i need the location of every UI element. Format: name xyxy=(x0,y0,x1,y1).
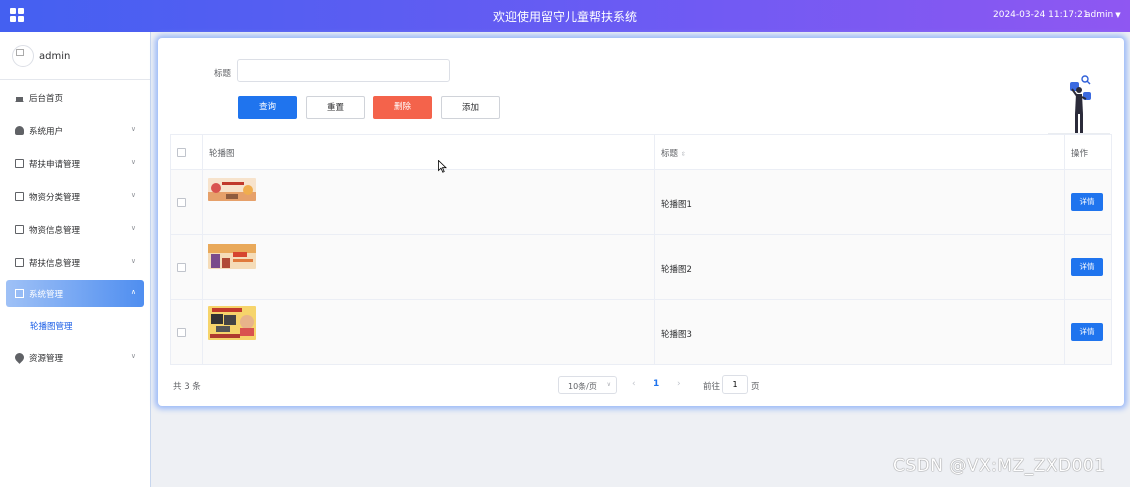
sidebar-item-resource-management[interactable]: 资源管理 ∨ xyxy=(6,344,144,371)
column-divider xyxy=(654,135,655,364)
table-row: 轮播图3 详情 xyxy=(171,300,1111,365)
watermark: CSDN @VX:MZ_ZXD001 xyxy=(893,456,1106,476)
prev-page-button[interactable]: ‹ xyxy=(632,379,636,389)
table-header: 轮播图 标题 ⇳ 操作 xyxy=(171,135,1111,170)
sidebar-item-system-management[interactable]: 系统管理 ∧ xyxy=(6,280,144,307)
user-icon xyxy=(15,126,24,135)
query-button[interactable]: 查询 xyxy=(238,96,297,119)
sidebar-item-label: 系统用户 xyxy=(29,127,64,137)
user-menu[interactable]: admin ▼ xyxy=(1085,10,1121,20)
detail-button[interactable]: 详情 xyxy=(1071,323,1103,341)
document-icon xyxy=(15,159,24,168)
goto-unit: 页 xyxy=(751,382,760,392)
select-all-checkbox[interactable] xyxy=(177,148,186,157)
chevron-down-icon: ∨ xyxy=(130,191,136,199)
row-title: 轮播图2 xyxy=(661,265,692,275)
picture-icon xyxy=(15,289,24,298)
document-icon xyxy=(15,258,24,267)
sidebar-item-label: 系统管理 xyxy=(29,290,64,300)
detail-button[interactable]: 详情 xyxy=(1071,258,1103,276)
row-checkbox[interactable] xyxy=(177,198,186,207)
sidebar-item-label: 资源管理 xyxy=(29,354,64,364)
pagination-total: 共 3 条 xyxy=(173,382,201,392)
sidebar-item-system-users[interactable]: 系统用户 ∨ xyxy=(6,117,144,144)
row-title: 轮播图3 xyxy=(661,330,692,340)
table-row: 轮播图1 详情 xyxy=(171,170,1111,235)
table-row: 轮播图2 详情 xyxy=(171,235,1111,300)
user-name: admin xyxy=(1085,10,1114,20)
document-icon xyxy=(15,192,24,201)
sidebar-profile: admin xyxy=(0,32,150,80)
column-divider xyxy=(1064,135,1065,364)
delete-button[interactable]: 删除 xyxy=(373,96,432,119)
chevron-down-icon: ∨ xyxy=(606,381,611,388)
row-checkbox[interactable] xyxy=(177,328,186,337)
chevron-down-icon: ∨ xyxy=(130,257,136,265)
sidebar-item-label: 物资信息管理 xyxy=(29,226,81,236)
profile-name: admin xyxy=(39,51,71,62)
goto-page-input[interactable] xyxy=(722,375,748,394)
sort-icon[interactable]: ⇳ xyxy=(681,151,686,158)
detail-button[interactable]: 详情 xyxy=(1071,193,1103,211)
avatar xyxy=(12,45,34,67)
search-title-label: 标题 xyxy=(214,69,232,79)
sidebar-item-label: 后台首页 xyxy=(29,94,64,104)
chevron-down-icon: ∨ xyxy=(130,125,136,133)
add-button[interactable]: 添加 xyxy=(441,96,500,119)
current-datetime: 2024-03-24 11:17:21 xyxy=(993,10,1089,20)
sidebar-item-aid-info[interactable]: 帮扶信息管理 ∨ xyxy=(6,249,144,276)
app-title: 欢迎使用留守儿童帮扶系统 xyxy=(492,10,637,24)
mouse-cursor-icon xyxy=(438,160,447,173)
row-checkbox[interactable] xyxy=(177,263,186,272)
goto-label: 前往 xyxy=(703,382,721,392)
decorative-illustration xyxy=(1048,75,1110,135)
column-divider xyxy=(202,135,203,364)
location-pin-icon xyxy=(13,351,26,364)
chevron-down-icon: ▼ xyxy=(1115,11,1121,19)
sidebar-subitem-carousel[interactable]: 轮播图管理 xyxy=(30,320,73,332)
sidebar-item-label: 物资分类管理 xyxy=(29,193,81,203)
page-size-value: 10条/页 xyxy=(568,382,597,391)
column-header-carousel-image: 轮播图 xyxy=(209,149,235,159)
carousel-thumbnail-1 xyxy=(208,178,256,201)
sidebar-item-material-info[interactable]: 物资信息管理 ∨ xyxy=(6,216,144,243)
column-header-title-label: 标题 xyxy=(661,149,679,159)
chevron-up-icon: ∧ xyxy=(130,288,136,296)
sidebar-item-aid-application[interactable]: 帮扶申请管理 ∨ xyxy=(6,150,144,177)
column-header-title[interactable]: 标题 ⇳ xyxy=(661,147,686,159)
next-page-button[interactable]: › xyxy=(677,379,681,389)
search-title-input[interactable] xyxy=(237,59,450,82)
sidebar-item-material-category[interactable]: 物资分类管理 ∨ xyxy=(6,183,144,210)
sidebar-item-label: 帮扶申请管理 xyxy=(29,160,81,170)
carousel-thumbnail-2 xyxy=(208,244,256,269)
page-number[interactable]: 1 xyxy=(653,379,659,389)
chevron-down-icon: ∨ xyxy=(130,352,136,360)
home-icon-body xyxy=(16,97,23,101)
column-header-actions: 操作 xyxy=(1071,149,1089,159)
main-card: 标题 查询 重置 删除 添加 轮播图 标题 ⇳ 操作 轮播图1 详情 轮播图2 … xyxy=(158,38,1124,406)
row-title: 轮播图1 xyxy=(661,200,692,210)
top-bar: 欢迎使用留守儿童帮扶系统 2024-03-24 11:17:21 admin ▼ xyxy=(0,0,1130,32)
document-icon xyxy=(15,225,24,234)
carousel-table: 轮播图 标题 ⇳ 操作 轮播图1 详情 轮播图2 详情 轮播图3 详情 xyxy=(170,134,1112,365)
chevron-down-icon: ∨ xyxy=(130,224,136,232)
sidebar-item-home[interactable]: 后台首页 xyxy=(6,84,144,111)
chevron-down-icon: ∨ xyxy=(130,158,136,166)
reset-button[interactable]: 重置 xyxy=(306,96,365,119)
sidebar-item-label: 帮扶信息管理 xyxy=(29,259,81,269)
carousel-thumbnail-3 xyxy=(208,306,256,340)
page-size-select[interactable]: 10条/页 ∨ xyxy=(558,376,617,394)
sidebar: admin 后台首页 系统用户 ∨ 帮扶申请管理 ∨ 物资分类管理 ∨ 物资信息… xyxy=(0,32,151,487)
